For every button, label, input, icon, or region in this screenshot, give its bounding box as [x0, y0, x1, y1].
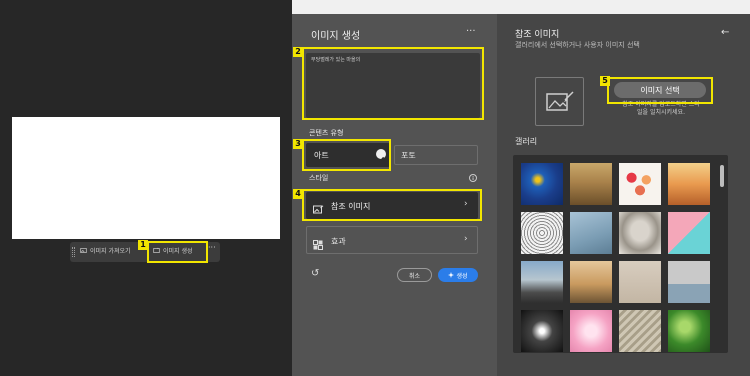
import-image-label: 이미지 가져오기: [90, 248, 131, 255]
image-placeholder-icon: [545, 90, 574, 111]
content-type-photo-label: 포토: [401, 151, 416, 160]
chevron-right-icon: ›: [464, 234, 468, 244]
reference-panel-subtitle: 갤러리에서 선택하거나 사용자 이미지 선택: [515, 41, 640, 49]
content-type-label: 콘텐츠 유형: [309, 129, 344, 137]
step-badge-1: 1: [138, 240, 148, 250]
highlight-box-3: [302, 139, 391, 171]
highlight-box-5: [607, 77, 713, 104]
back-arrow-icon[interactable]: ←: [721, 27, 729, 38]
step-badge-3: 3: [293, 139, 303, 149]
reference-panel-title: 참조 이미지: [515, 30, 560, 40]
cancel-button[interactable]: 취소: [397, 268, 432, 282]
gallery-thumbnail[interactable]: [668, 212, 710, 254]
gallery-thumbnail[interactable]: [521, 163, 563, 205]
drag-handle-icon[interactable]: [72, 247, 75, 257]
highlight-box-4: [302, 189, 482, 221]
effects-label: 효과: [331, 237, 346, 246]
gallery-thumbnail[interactable]: [668, 261, 710, 303]
highlight-box-2: [302, 47, 484, 120]
gallery-thumbnail[interactable]: [521, 212, 563, 254]
gallery-thumbnail[interactable]: [619, 310, 661, 352]
gallery-thumbnail[interactable]: [570, 310, 612, 352]
image-import-icon: [80, 248, 87, 253]
step-badge-4: 4: [293, 189, 303, 199]
step-badge-2: 2: [293, 47, 303, 57]
window-top-strip: [292, 0, 750, 14]
step-badge-5: 5: [600, 76, 610, 86]
gallery-thumbnail[interactable]: [668, 310, 710, 352]
panel-title: 이미지 생성: [311, 31, 361, 42]
gallery-thumbnail[interactable]: [570, 163, 612, 205]
gallery-thumbnail[interactable]: [668, 163, 710, 205]
highlight-box-1: [147, 241, 208, 263]
canvas-document[interactable]: [12, 117, 280, 239]
sparkle-icon: [448, 272, 455, 278]
gallery-grid: [513, 155, 728, 353]
gallery-thumbnail[interactable]: [570, 261, 612, 303]
gallery-thumbnail[interactable]: [521, 310, 563, 352]
info-icon[interactable]: [469, 174, 477, 182]
effects-icon: [313, 235, 323, 254]
gallery-thumbnail[interactable]: [619, 261, 661, 303]
more-options-button[interactable]: ···: [208, 243, 216, 252]
gallery-thumbnail[interactable]: [619, 212, 661, 254]
gallery-thumbnail[interactable]: [521, 261, 563, 303]
reset-icon[interactable]: ↺: [311, 268, 319, 279]
import-image-button[interactable]: 이미지 가져오기: [80, 246, 131, 255]
gallery-thumbnail[interactable]: [619, 163, 661, 205]
style-label: 스타일: [309, 174, 329, 182]
reference-thumbnail-placeholder[interactable]: [535, 77, 584, 126]
generate-button[interactable]: 생성: [438, 268, 478, 282]
gallery-label: 갤러리: [515, 137, 538, 146]
panel-more-button[interactable]: ···: [466, 26, 476, 37]
generate-button-label: 생성: [456, 272, 468, 280]
gallery-thumbnail[interactable]: [570, 212, 612, 254]
gallery-scroll-thumb[interactable]: [720, 165, 724, 187]
